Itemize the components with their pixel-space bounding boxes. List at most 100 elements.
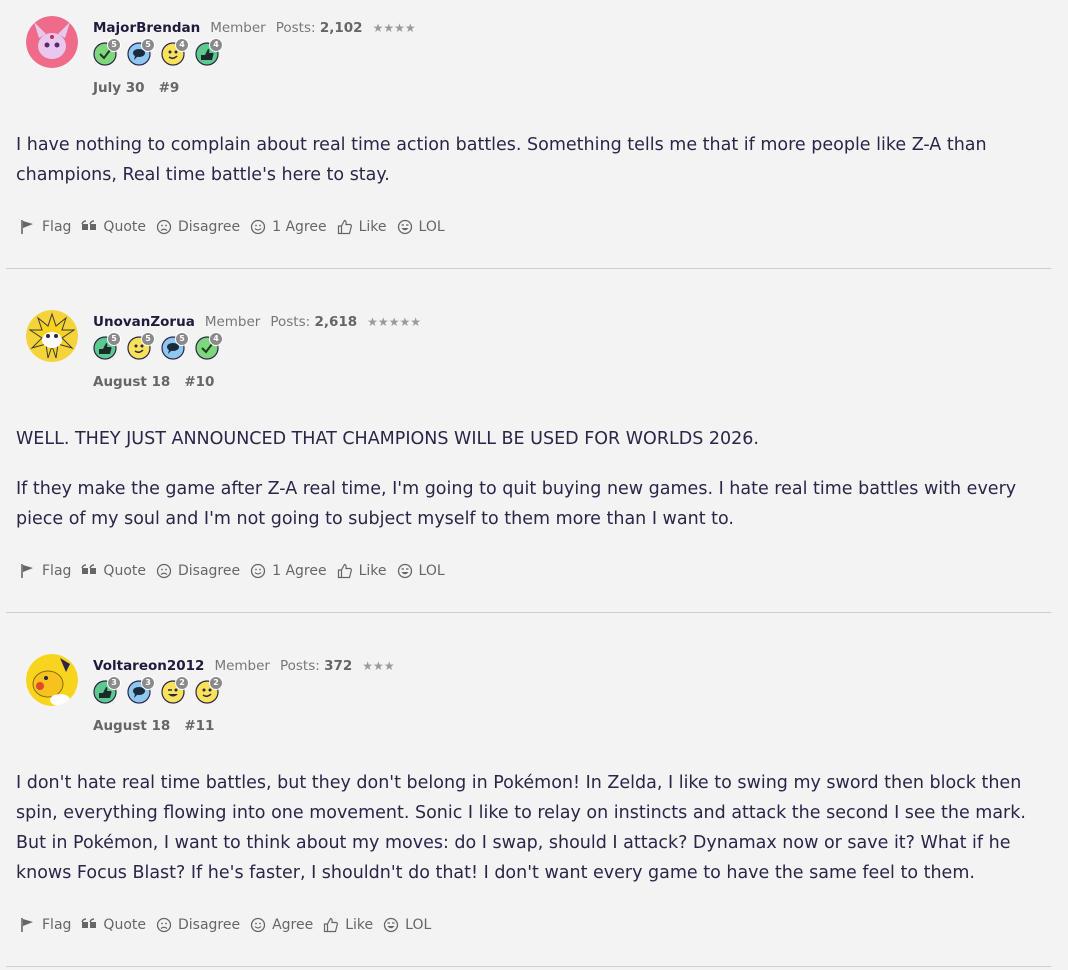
post-actions: Flag Quote Disagree Agree Like LOL: [20, 917, 441, 933]
speech-badge-icon[interactable]: 3: [127, 676, 155, 704]
post-number[interactable]: #10: [184, 374, 214, 390]
post-body: WELL. THEY JUST ANNOUNCED THAT CHAMPIONS…: [16, 424, 1052, 554]
badge-count: 5: [107, 332, 121, 346]
thumbs-badge-icon[interactable]: 4: [195, 38, 223, 66]
post-number[interactable]: #11: [184, 718, 214, 734]
flag-button[interactable]: Flag: [20, 563, 71, 579]
smile-icon: [250, 563, 266, 579]
badge-row: 5 5 5 4: [93, 332, 223, 360]
speech-badge-icon[interactable]: 5: [127, 38, 155, 66]
badge-count: 2: [209, 676, 223, 690]
posts-label: Posts:: [279, 658, 320, 674]
check-badge-icon[interactable]: 5: [93, 38, 121, 66]
username[interactable]: UnovanZorua: [93, 314, 195, 330]
like-label: Like: [358, 563, 387, 579]
agree-label: Agree: [272, 917, 314, 933]
post-body: I don't hate real time battles, but they…: [16, 768, 1052, 908]
quote-label: Quote: [103, 917, 146, 933]
posts-label: Posts:: [275, 20, 316, 36]
post-body: I have nothing to complain about real ti…: [16, 130, 1052, 210]
post-divider: [6, 612, 1051, 613]
post-count: Posts: 2,618: [270, 314, 357, 330]
badge-count: 5: [175, 332, 189, 346]
agree-label: 1 Agree: [272, 563, 327, 579]
frown-icon: [156, 563, 172, 579]
post-date[interactable]: August 18: [93, 374, 170, 390]
like-button[interactable]: Like: [323, 917, 373, 933]
wink-badge-icon[interactable]: 2: [161, 676, 189, 704]
user-role: Member: [214, 658, 270, 674]
laugh-icon: [397, 219, 412, 235]
flag-label: Flag: [42, 219, 72, 235]
badge-count: 5: [107, 38, 121, 52]
post: UnovanZorua Member Posts: 2,618 ★★★★★ 5 5 5…: [0, 294, 1068, 614]
lol-button[interactable]: LOL: [383, 917, 431, 933]
badge-count: 2: [175, 676, 189, 690]
rating-stars: ★★★★: [372, 21, 416, 35]
flag-icon: [21, 564, 33, 578]
thumbs-badge-icon[interactable]: 3: [93, 676, 121, 704]
disagree-button[interactable]: Disagree: [156, 219, 240, 235]
flag-button[interactable]: Flag: [20, 219, 71, 235]
badge-count: 5: [141, 332, 155, 346]
post-paragraph: WELL. THEY JUST ANNOUNCED THAT CHAMPIONS…: [16, 429, 759, 449]
post-paragraph: I have nothing to complain about real ti…: [16, 135, 987, 185]
post-date[interactable]: August 18: [93, 718, 170, 734]
like-button[interactable]: Like: [337, 563, 387, 579]
quote-button[interactable]: Quote: [81, 219, 146, 235]
post-number[interactable]: #9: [159, 80, 180, 96]
post-divider: [6, 268, 1051, 269]
flag-label: Flag: [42, 917, 72, 933]
smiley-badge-icon[interactable]: 4: [161, 38, 189, 66]
laugh-icon: [384, 917, 399, 933]
avatar[interactable]: [26, 310, 78, 362]
thumbs-up-icon: [337, 563, 352, 579]
frown-icon: [156, 219, 172, 235]
agree-button[interactable]: 1 Agree: [250, 563, 327, 579]
lol-label: LOL: [418, 219, 445, 235]
posts-count-value: 2,102: [319, 20, 363, 36]
speech-badge-icon[interactable]: 5: [161, 332, 189, 360]
post: MajorBrendan Member Posts: 2,102 ★★★★ 5 5 4…: [0, 0, 1068, 270]
check-badge-icon[interactable]: 4: [195, 332, 223, 360]
rating-stars: ★★★★★: [367, 315, 421, 329]
frown-icon: [156, 917, 172, 933]
thumbs-up-icon: [337, 219, 352, 235]
flag-button[interactable]: Flag: [20, 917, 71, 933]
quote-label: Quote: [103, 563, 146, 579]
avatar[interactable]: [26, 16, 78, 68]
post-divider: [6, 966, 1051, 967]
post: Voltareon2012 Member Posts: 372 ★★★ 3 3 2 2…: [0, 638, 1068, 970]
post-dateline: August 18 #11: [93, 718, 214, 734]
user-role: Member: [204, 314, 261, 330]
smiley-badge-icon[interactable]: 2: [195, 676, 223, 704]
avatar[interactable]: [26, 654, 78, 706]
lol-label: LOL: [405, 917, 432, 933]
smile-icon: [250, 917, 266, 933]
smiley-badge-icon[interactable]: 5: [127, 332, 155, 360]
post-meta: Voltareon2012 Member Posts: 372 ★★★: [93, 658, 395, 674]
agree-button[interactable]: Agree: [250, 917, 313, 933]
post-paragraph: If they make the game after Z-A real tim…: [16, 479, 1017, 529]
disagree-button[interactable]: Disagree: [156, 917, 240, 933]
like-button[interactable]: Like: [337, 219, 387, 235]
badge-count: 4: [209, 332, 223, 346]
disagree-button[interactable]: Disagree: [156, 563, 240, 579]
disagree-label: Disagree: [177, 219, 241, 235]
thumbs-badge-icon[interactable]: 5: [93, 332, 121, 360]
rating-stars: ★★★: [362, 659, 395, 673]
username[interactable]: MajorBrendan: [93, 20, 200, 36]
quote-button[interactable]: Quote: [81, 917, 146, 933]
disagree-label: Disagree: [177, 563, 241, 579]
post-meta: UnovanZorua Member Posts: 2,618 ★★★★★: [93, 314, 421, 330]
lol-button[interactable]: LOL: [397, 219, 445, 235]
lol-button[interactable]: LOL: [397, 563, 445, 579]
badge-count: 3: [141, 676, 155, 690]
post-date[interactable]: July 30: [93, 80, 145, 96]
agree-button[interactable]: 1 Agree: [250, 219, 327, 235]
lol-label: LOL: [418, 563, 445, 579]
flag-label: Flag: [42, 563, 72, 579]
quote-button[interactable]: Quote: [81, 563, 146, 579]
agree-label: 1 Agree: [272, 219, 327, 235]
username[interactable]: Voltareon2012: [93, 658, 204, 674]
